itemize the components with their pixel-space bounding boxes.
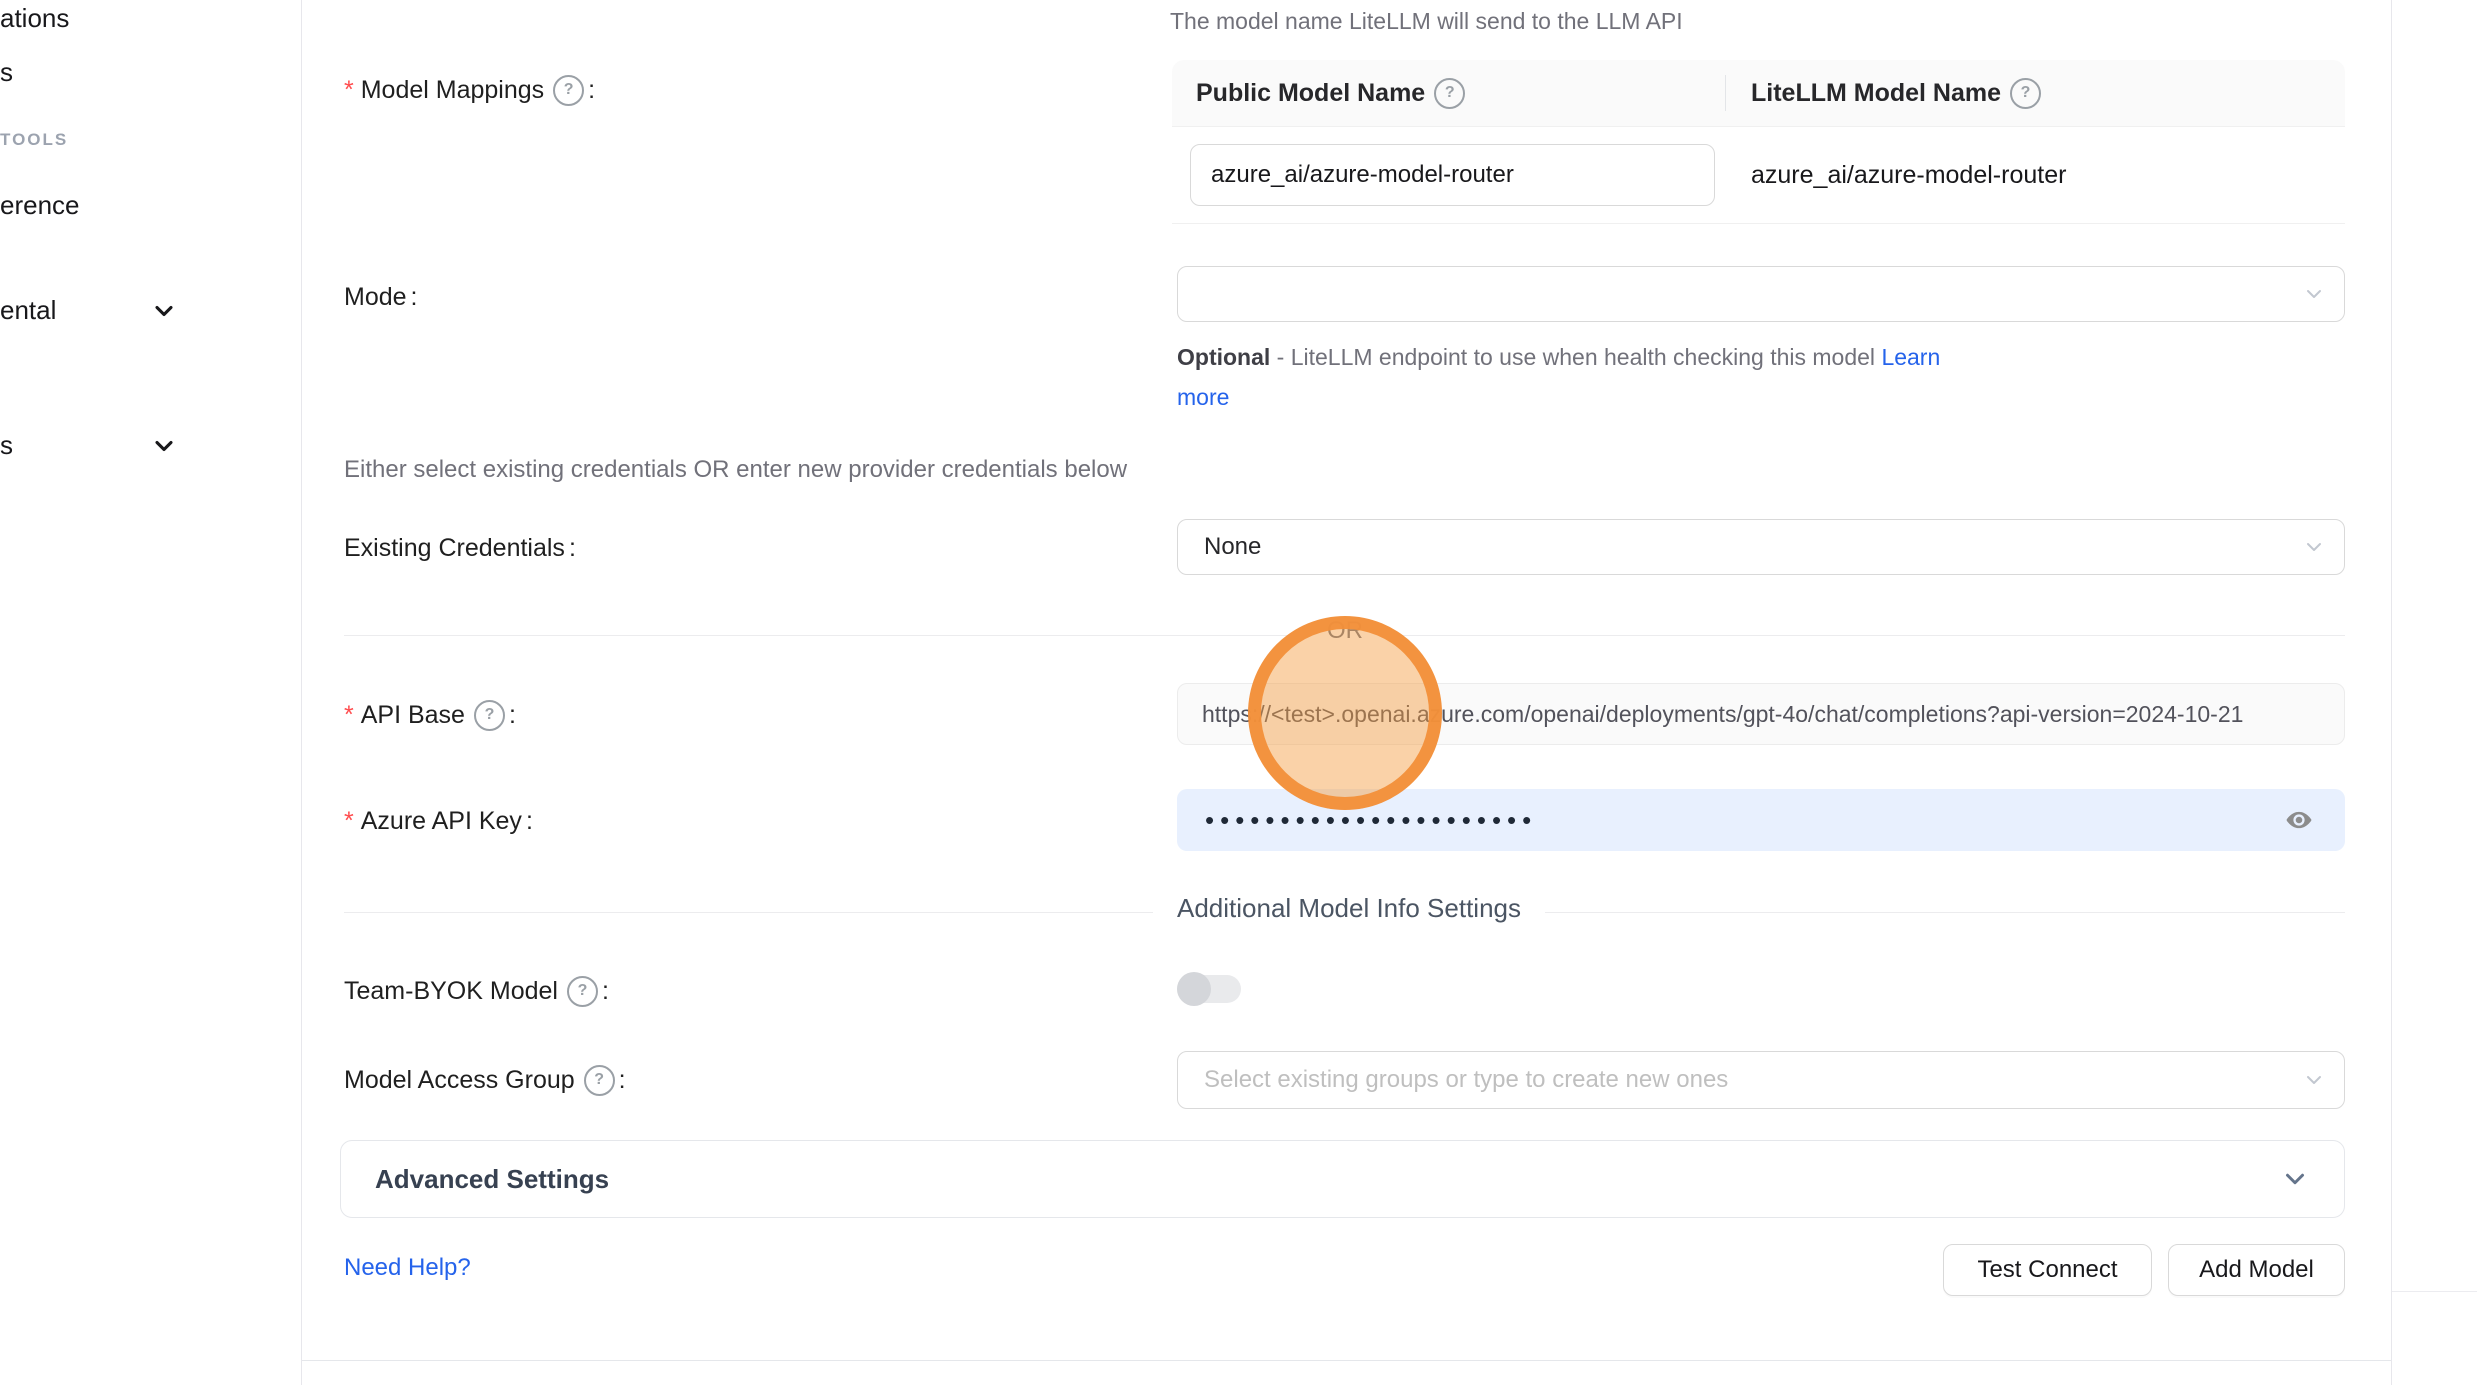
team-byok-toggle[interactable] [1177, 972, 1241, 1006]
sidebar-section-tools: TOOLS [0, 130, 68, 150]
help-icon[interactable]: ? [2010, 78, 2041, 109]
need-help-link[interactable]: Need Help? [344, 1254, 471, 1282]
add-model-form-page: { "shared": { "colon": ":", "required_ma… [0, 0, 2477, 1385]
right-margin-rule [2392, 1291, 2477, 1292]
help-icon[interactable]: ? [567, 976, 598, 1007]
selected-value: None [1204, 533, 1261, 561]
chevron-down-icon [2302, 535, 2326, 559]
chevron-down-icon [2280, 1164, 2310, 1194]
model-mappings-label: * Model Mappings ? : [344, 72, 595, 108]
help-icon[interactable]: ? [584, 1065, 615, 1096]
azure-api-key-input[interactable]: •••••••••••••••••••••• [1177, 789, 2345, 851]
litellm-model-name-value: azure_ai/azure-model-router [1751, 161, 2066, 189]
sidebar-item[interactable]: ations [0, 3, 69, 34]
card-bottom-border [302, 1360, 2391, 1361]
add-model-button[interactable]: Add Model [2168, 1244, 2345, 1296]
chevron-down-icon[interactable] [150, 297, 178, 325]
card-right-border [2391, 0, 2392, 1385]
chevron-down-icon [2302, 282, 2326, 306]
table-row: azure_ai/azure-model-router [1172, 127, 2345, 224]
public-model-name-input[interactable] [1190, 144, 1715, 206]
optional-emphasis: Optional [1177, 344, 1270, 370]
chevron-down-icon[interactable] [150, 432, 178, 460]
select-placeholder: Select existing groups or type to create… [1204, 1066, 1728, 1094]
litellm-model-name-header: LiteLLM Model Name [1751, 79, 2001, 108]
api-base-label: * API Base ? : [344, 697, 516, 733]
advanced-settings-title: Advanced Settings [375, 1164, 609, 1195]
model-name-hint: The model name LiteLLM will send to the … [1170, 8, 1683, 35]
model-mappings-table: Public Model Name ? LiteLLM Model Name ?… [1172, 60, 2345, 224]
advanced-settings-accordion[interactable]: Advanced Settings [340, 1140, 2345, 1218]
toggle-knob [1177, 972, 1211, 1006]
team-byok-label: Team-BYOK Model ? : [344, 973, 609, 1009]
api-base-input[interactable]: https://<test>.openai.azure.com/openai/d… [1177, 683, 2345, 745]
required-asterisk: * [344, 703, 354, 728]
column-divider [1725, 75, 1726, 111]
or-divider-label: OR [1303, 617, 1387, 645]
help-icon[interactable]: ? [553, 75, 584, 106]
model-access-group-select[interactable]: Select existing groups or type to create… [1177, 1051, 2345, 1109]
required-asterisk: * [344, 78, 354, 103]
card-left-border [301, 0, 302, 1385]
help-icon[interactable]: ? [1434, 78, 1465, 109]
credentials-hint: Either select existing credentials OR en… [344, 456, 1127, 484]
chevron-down-icon [2302, 1068, 2326, 1092]
mode-hint: Optional - LiteLLM endpoint to use when … [1177, 337, 1977, 417]
azure-api-key-label: * Azure API Key : [344, 803, 533, 839]
sidebar-item[interactable]: erence [0, 190, 80, 221]
table-header-row: Public Model Name ? LiteLLM Model Name ? [1172, 60, 2345, 127]
required-asterisk: * [344, 809, 354, 834]
sidebar-item[interactable]: ental [0, 295, 56, 326]
mode-label: Mode : [344, 279, 418, 315]
mode-select[interactable] [1177, 266, 2345, 322]
sidebar-item[interactable]: s [0, 430, 13, 461]
eye-icon[interactable] [2281, 806, 2317, 834]
masked-api-key: •••••••••••••••••••••• [1205, 807, 1537, 833]
api-base-value: https://<test>.openai.azure.com/openai/d… [1202, 701, 2243, 728]
test-connect-button[interactable]: Test Connect [1943, 1244, 2152, 1296]
public-model-name-header: Public Model Name [1196, 79, 1425, 108]
help-icon[interactable]: ? [474, 700, 505, 731]
existing-credentials-select[interactable]: None [1177, 519, 2345, 575]
additional-settings-divider-label: Additional Model Info Settings [1153, 893, 1545, 924]
existing-credentials-label: Existing Credentials : [344, 530, 576, 566]
sidebar-item[interactable]: s [0, 57, 13, 88]
model-access-group-label: Model Access Group ? : [344, 1062, 626, 1098]
